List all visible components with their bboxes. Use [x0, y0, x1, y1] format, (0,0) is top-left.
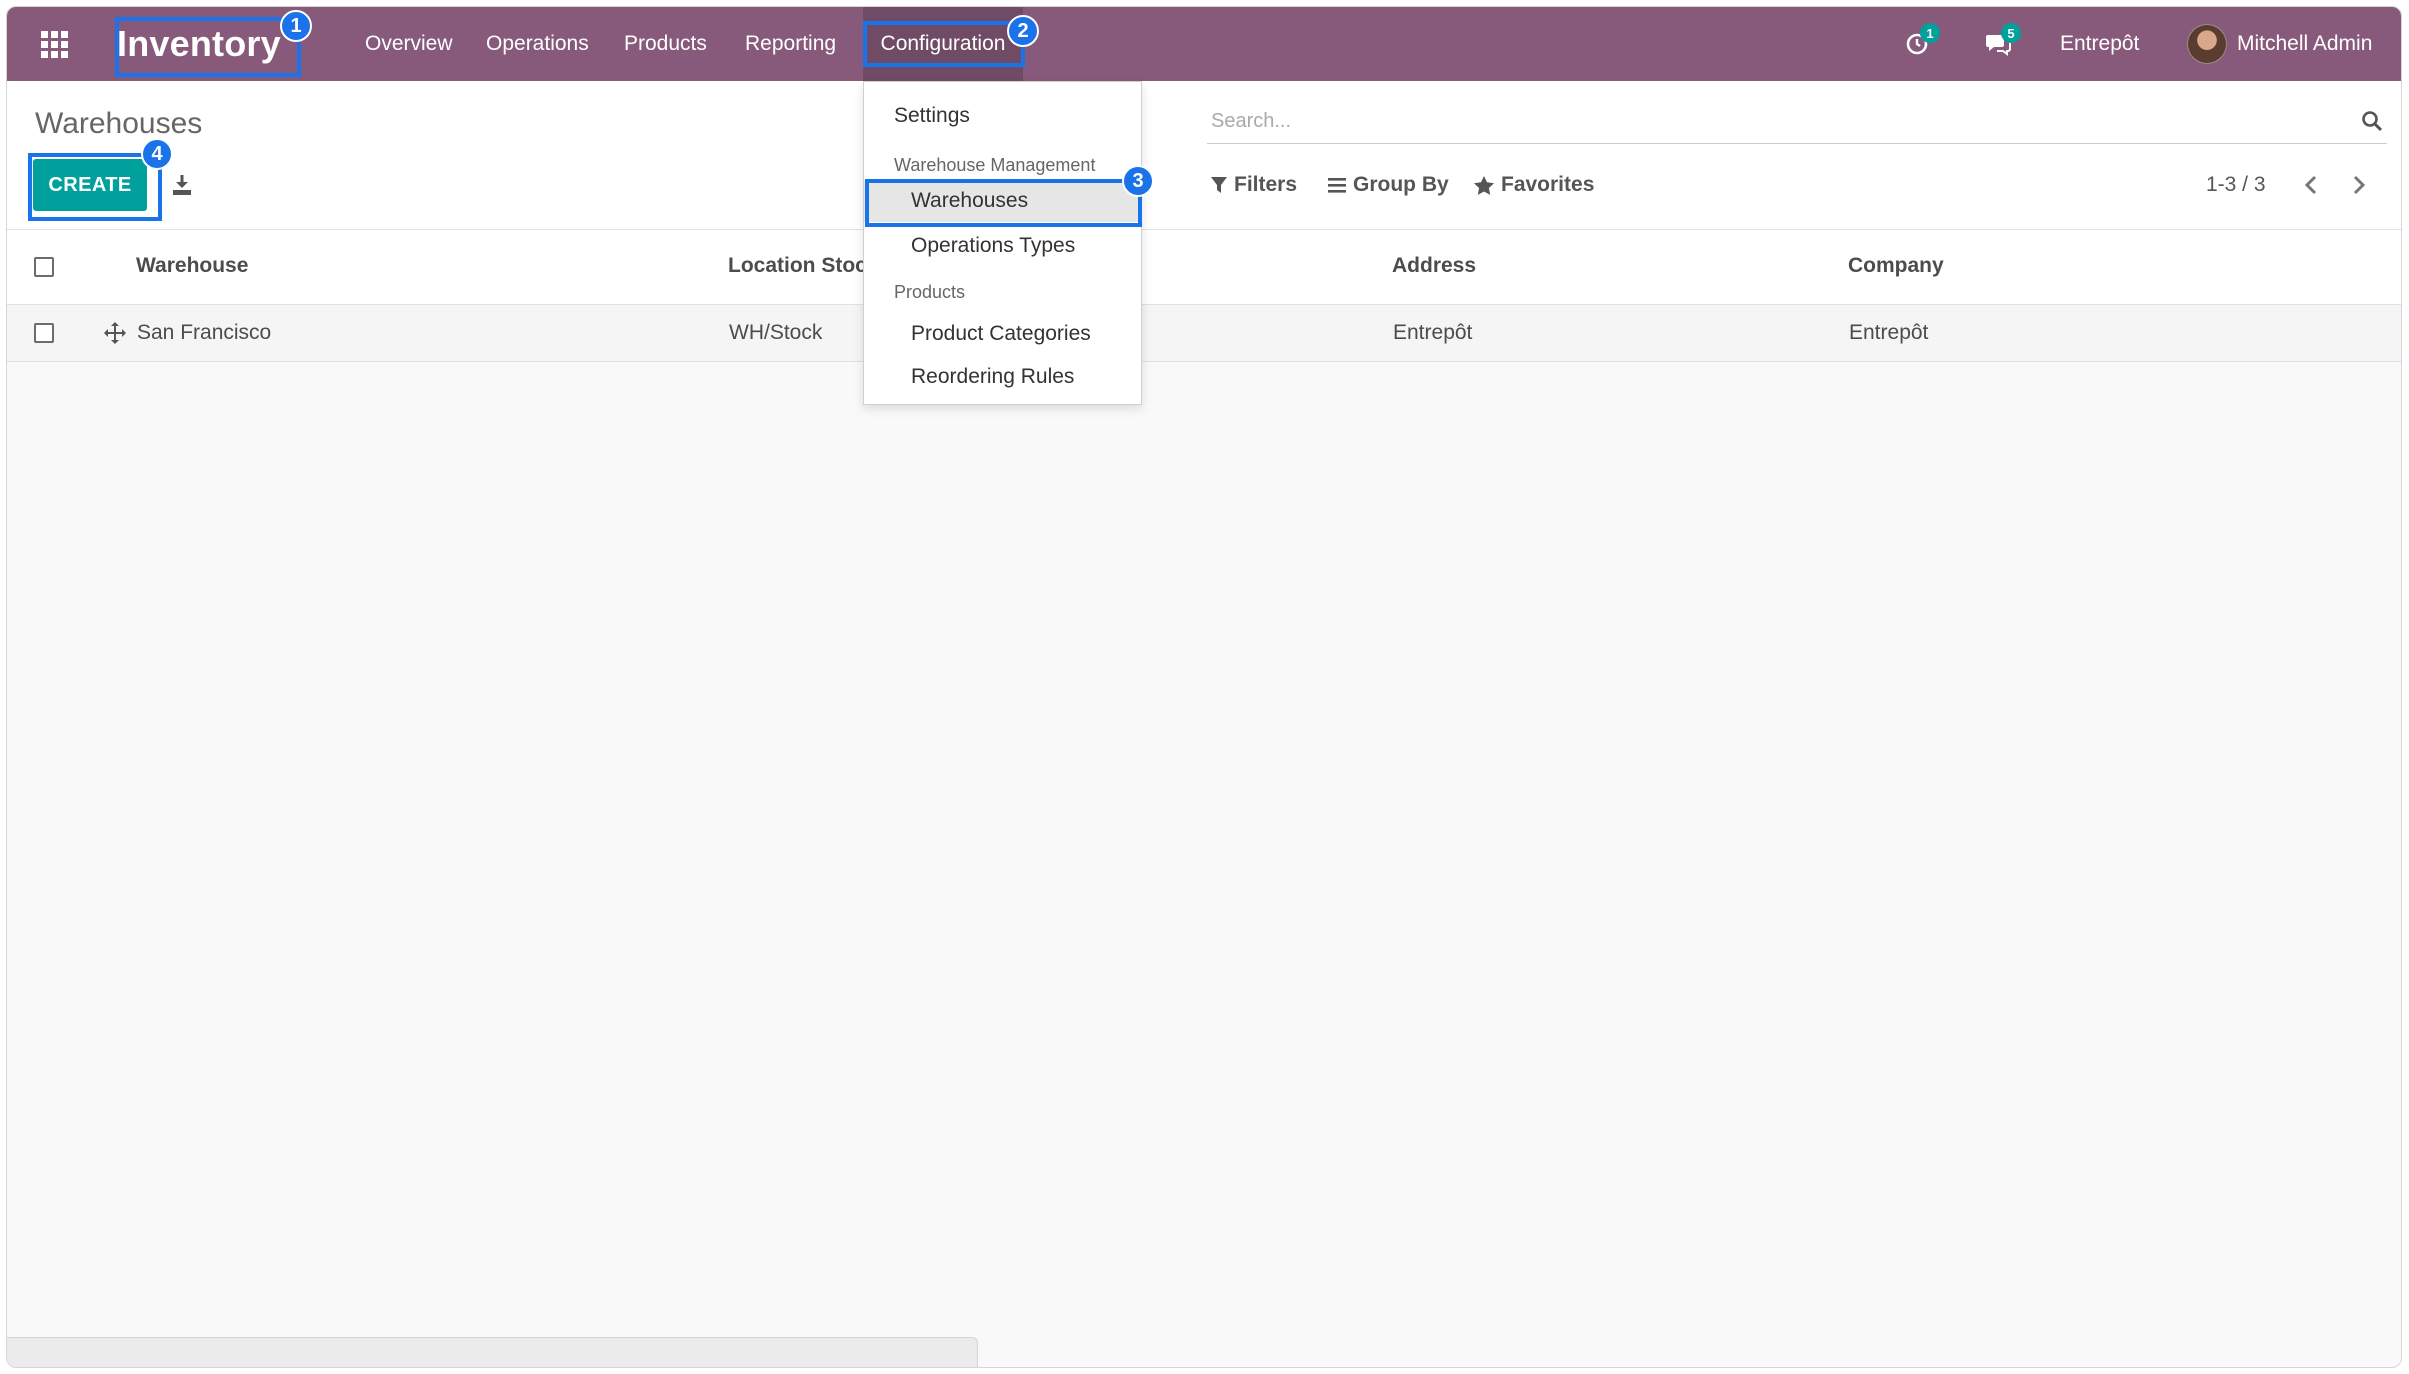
select-all-checkbox[interactable] [34, 257, 54, 277]
messages-button[interactable]: 5 [1985, 7, 2021, 81]
drag-handle-icon[interactable] [103, 321, 127, 345]
app-brand[interactable]: Inventory [117, 7, 281, 81]
app-window: Inventory Overview Operations Products R… [6, 6, 2402, 1368]
activity-button[interactable]: 1 [1904, 7, 1940, 81]
star-icon [1474, 175, 1494, 195]
activity-clock-icon: 1 [1904, 23, 1940, 57]
chat-icon: 5 [1985, 23, 2021, 57]
horizontal-scrollbar[interactable] [7, 1337, 978, 1367]
callout-number-1: 1 [280, 10, 312, 42]
section-header-warehouse-management: Warehouse Management [894, 155, 1096, 175]
top-navbar: Inventory Overview Operations Products R… [7, 7, 2401, 81]
row-checkbox[interactable] [34, 323, 54, 343]
column-header-warehouse[interactable]: Warehouse [136, 254, 248, 278]
menu-item-warehouses[interactable]: Warehouses [864, 180, 1141, 222]
user-name: Mitchell Admin [2237, 32, 2373, 55]
page-title: Warehouses [35, 107, 203, 140]
callout-number-4: 4 [141, 138, 173, 170]
column-header-address[interactable]: Address [1392, 254, 1476, 278]
column-header-location-stock[interactable]: Location Stoc [728, 254, 867, 278]
cell-company: Entrepôt [1849, 321, 1929, 344]
filters-button[interactable]: Filters [1211, 173, 1297, 197]
menu-overview[interactable]: Overview [365, 7, 453, 81]
chevron-right-icon[interactable] [2347, 171, 2369, 199]
groupby-button[interactable]: Group By [1328, 173, 1449, 197]
cell-address: Entrepôt [1393, 321, 1473, 344]
user-menu[interactable]: Mitchell Admin [2187, 7, 2372, 81]
section-header-products: Products [894, 282, 966, 302]
search-bar [1207, 99, 2387, 144]
column-header-company[interactable]: Company [1848, 254, 1944, 278]
menu-item-settings[interactable]: Settings [864, 104, 1141, 128]
cell-location-stock: WH/Stock [729, 321, 823, 344]
list-header: Warehouse Location Stoc Address Company [7, 230, 2401, 305]
menu-products[interactable]: Products [624, 7, 707, 81]
groupby-label: Group By [1353, 173, 1449, 196]
filters-label: Filters [1234, 173, 1298, 196]
configuration-dropdown: Settings Warehouse Management Warehouses… [863, 81, 1142, 405]
company-switcher[interactable]: Entrepôt [2060, 7, 2139, 81]
apps-menu-icon[interactable] [29, 7, 79, 81]
messages-count-badge: 5 [2001, 23, 2021, 43]
list-icon [1328, 178, 1346, 193]
table-row[interactable]: San Francisco WH/Stock Entrepôt Entrepôt [7, 305, 2401, 362]
menu-item-product-categories[interactable]: Product Categories [864, 322, 1141, 346]
activity-count-badge: 1 [1920, 23, 1940, 43]
search-icon[interactable] [2361, 110, 2383, 132]
create-button[interactable]: CREATE [33, 159, 147, 211]
callout-number-3: 3 [1122, 165, 1154, 197]
callout-number-2: 2 [1007, 15, 1039, 47]
favorites-label: Favorites [1501, 173, 1595, 196]
filter-icon [1211, 177, 1227, 193]
menu-reporting[interactable]: Reporting [745, 7, 836, 81]
control-panel: Warehouses CREATE Filters Group By Favor… [7, 81, 2401, 230]
chevron-left-icon[interactable] [2301, 171, 2323, 199]
favorites-button[interactable]: Favorites [1474, 173, 1594, 197]
search-input[interactable] [1207, 108, 2361, 134]
pager-value[interactable]: 1-3 / 3 [2206, 173, 2266, 197]
download-icon[interactable] [171, 173, 193, 197]
menu-operations[interactable]: Operations [486, 7, 589, 81]
cell-warehouse: San Francisco [137, 321, 272, 344]
menu-configuration[interactable]: Configuration [863, 7, 1023, 81]
menu-item-reordering-rules[interactable]: Reordering Rules [864, 365, 1141, 389]
avatar [2187, 24, 2227, 64]
menu-item-operations-types[interactable]: Operations Types [864, 234, 1141, 258]
